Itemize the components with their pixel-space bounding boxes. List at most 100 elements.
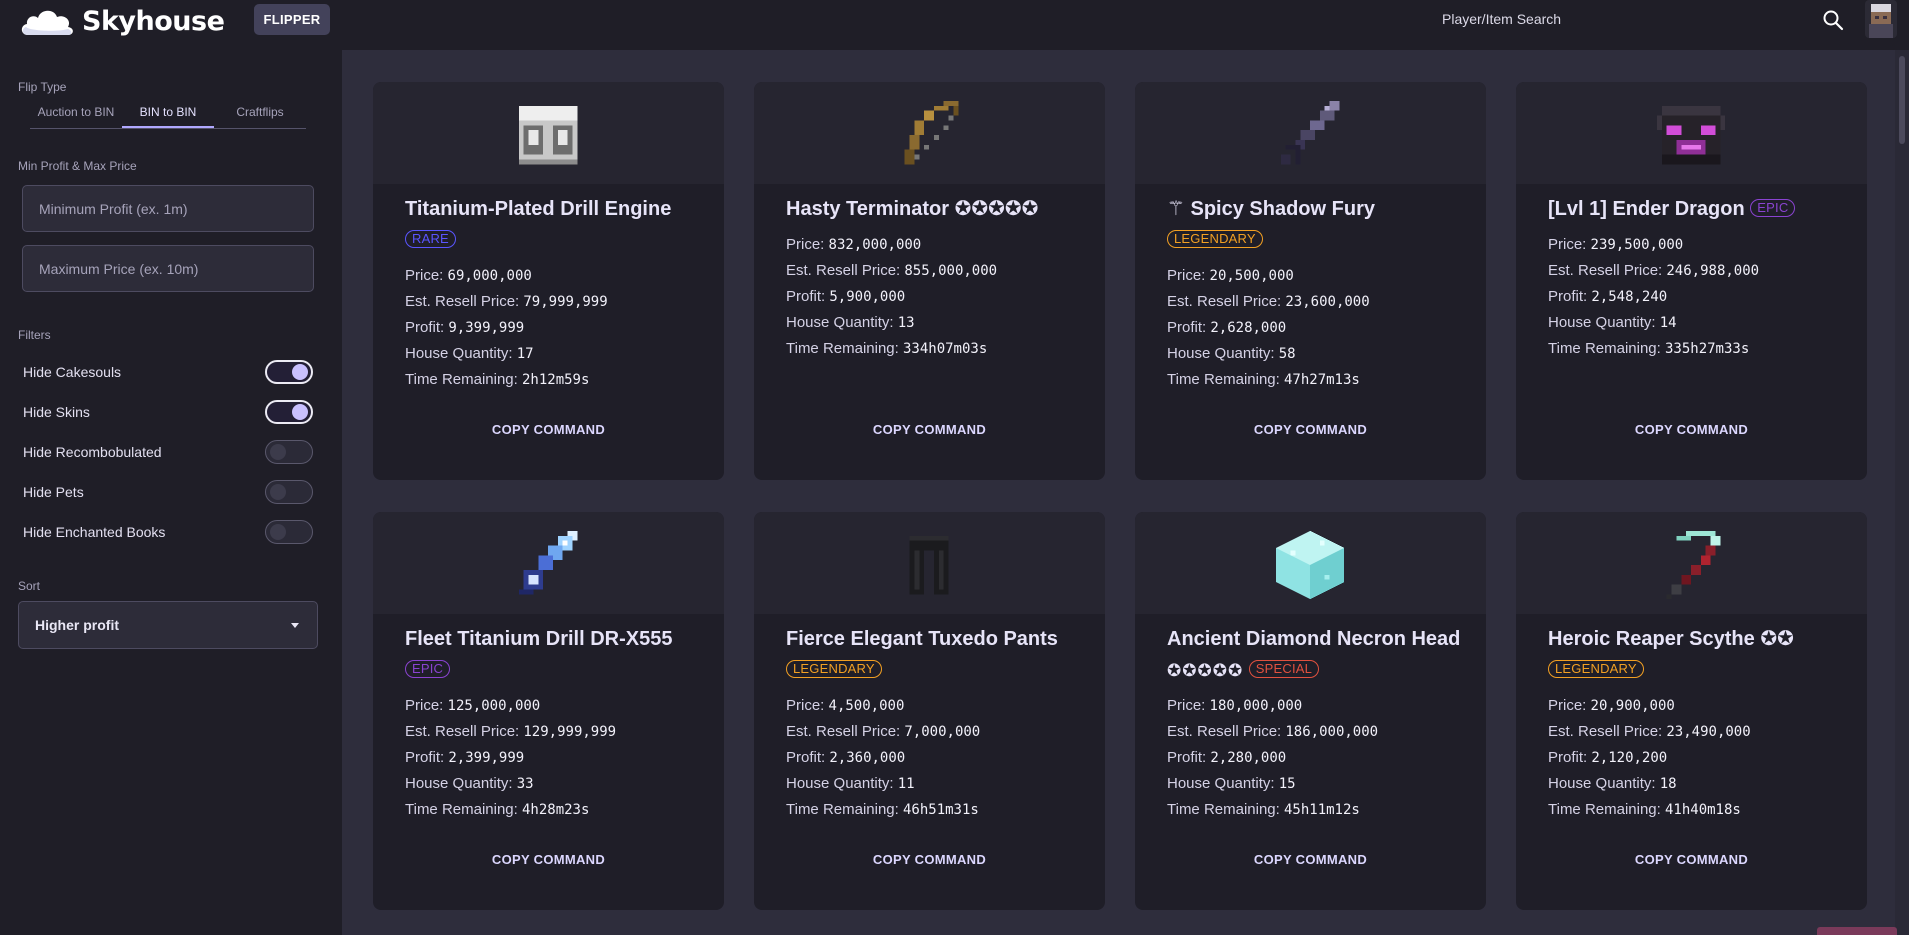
toggle-knob bbox=[292, 364, 308, 380]
flip-type-tabs: Auction to BIN BIN to BIN Craftflips bbox=[30, 99, 306, 129]
flip-card: [Lvl 1] Ender Dragon EPIC Price: 239,500… bbox=[1516, 82, 1867, 480]
profit-label: Profit: bbox=[1167, 319, 1211, 336]
quantity-value: 18 bbox=[1659, 776, 1677, 792]
time-value: 4h28m23s bbox=[521, 802, 590, 818]
resell-label: Est. Resell Price: bbox=[1548, 262, 1667, 279]
item-name: Heroic Reaper Scythe ✪✪ bbox=[1548, 628, 1794, 650]
sort-select[interactable]: Higher profit bbox=[18, 601, 318, 649]
time-label: Time Remaining: bbox=[405, 371, 522, 388]
quantity-label: House Quantity: bbox=[786, 775, 898, 792]
quantity-label: House Quantity: bbox=[1548, 314, 1660, 331]
time-label: Time Remaining: bbox=[786, 340, 903, 357]
top-bar: Skyhouse FLIPPER Player/Item Search bbox=[0, 0, 1909, 50]
scrollbar-thumb[interactable] bbox=[1899, 56, 1905, 144]
price-label: Price: bbox=[786, 236, 829, 253]
flip-card: Titanium-Plated Drill Engine RARE Price:… bbox=[373, 82, 724, 480]
sword-icon bbox=[1280, 100, 1340, 165]
rarity-badge: RARE bbox=[405, 230, 456, 248]
flipper-button[interactable]: FLIPPER bbox=[254, 4, 330, 35]
profit-label: Profit: bbox=[1548, 749, 1592, 766]
time-row: Time Remaining: 45h11m12s bbox=[1167, 797, 1477, 823]
hide-recombobulated-toggle[interactable] bbox=[265, 440, 313, 464]
quantity-row: House Quantity: 11 bbox=[786, 771, 1096, 797]
resell-label: Est. Resell Price: bbox=[1167, 723, 1286, 740]
resell-label: Est. Resell Price: bbox=[1548, 723, 1667, 740]
quantity-value: 13 bbox=[897, 315, 915, 331]
copy-command-button[interactable]: COPY COMMAND bbox=[373, 422, 724, 437]
brand-name: Skyhouse bbox=[82, 5, 225, 37]
avatar[interactable] bbox=[1865, 0, 1897, 38]
logo[interactable]: Skyhouse bbox=[18, 3, 225, 39]
price-value: 20,500,000 bbox=[1209, 268, 1294, 284]
scrollbar[interactable] bbox=[1895, 50, 1909, 935]
resell-row: Est. Resell Price: 855,000,000 bbox=[786, 258, 1096, 284]
toggle-knob bbox=[292, 404, 308, 420]
card-stats: Price: 832,000,000 Est. Resell Price: 85… bbox=[786, 232, 1096, 362]
copy-command-button[interactable]: COPY COMMAND bbox=[1135, 852, 1486, 867]
time-label: Time Remaining: bbox=[1548, 340, 1665, 357]
player-item-search-input[interactable]: Player/Item Search bbox=[1442, 11, 1561, 27]
search-icon[interactable] bbox=[1821, 8, 1845, 32]
resell-value: 23,600,000 bbox=[1285, 294, 1370, 310]
resell-row: Est. Resell Price: 129,999,999 bbox=[405, 719, 715, 745]
min-profit-input[interactable]: Minimum Profit (ex. 1m) bbox=[22, 185, 314, 232]
time-value: 47h27m13s bbox=[1283, 372, 1360, 388]
tab-auction-to-bin[interactable]: Auction to BIN bbox=[30, 99, 122, 128]
quantity-row: House Quantity: 18 bbox=[1548, 771, 1858, 797]
quantity-label: House Quantity: bbox=[786, 314, 898, 331]
resell-label: Est. Resell Price: bbox=[405, 293, 524, 310]
time-label: Time Remaining: bbox=[786, 801, 903, 818]
filter-hide-pets: Hide Pets bbox=[23, 480, 313, 504]
copy-command-button[interactable]: COPY COMMAND bbox=[373, 852, 724, 867]
price-row: Price: 180,000,000 bbox=[1167, 693, 1477, 719]
scythe-icon bbox=[1666, 530, 1721, 600]
filter-hide-skins: Hide Skins bbox=[23, 400, 313, 424]
rarity-badge: LEGENDARY bbox=[1548, 660, 1644, 678]
filters-label: Filters bbox=[18, 328, 51, 342]
hide-skins-toggle[interactable] bbox=[265, 400, 313, 424]
resell-label: Est. Resell Price: bbox=[786, 723, 905, 740]
hide-cakesouls-toggle[interactable] bbox=[265, 360, 313, 384]
profit-label: Profit: bbox=[786, 749, 830, 766]
price-label: Price: bbox=[786, 697, 829, 714]
profit-value: 2,360,000 bbox=[829, 750, 906, 766]
bow-icon bbox=[904, 100, 959, 165]
card-stats: Price: 20,900,000 Est. Resell Price: 23,… bbox=[1548, 693, 1858, 823]
resell-label: Est. Resell Price: bbox=[786, 262, 905, 279]
price-row: Price: 20,900,000 bbox=[1548, 693, 1858, 719]
card-stats: Price: 180,000,000 Est. Resell Price: 18… bbox=[1167, 693, 1477, 823]
filter-label: Hide Recombobulated bbox=[23, 444, 162, 460]
price-label: Price: bbox=[405, 267, 448, 284]
profit-value: 5,900,000 bbox=[829, 289, 906, 305]
copy-command-button[interactable]: COPY COMMAND bbox=[1516, 422, 1867, 437]
quantity-row: House Quantity: 33 bbox=[405, 771, 715, 797]
resell-row: Est. Resell Price: 79,999,999 bbox=[405, 289, 715, 315]
copy-command-button[interactable]: COPY COMMAND bbox=[754, 422, 1105, 437]
price-row: Price: 20,500,000 bbox=[1167, 263, 1477, 289]
hide-enchanted-books-toggle[interactable] bbox=[265, 520, 313, 544]
time-row: Time Remaining: 46h51m31s bbox=[786, 797, 1096, 823]
max-price-input[interactable]: Maximum Price (ex. 10m) bbox=[22, 245, 314, 292]
copy-command-button[interactable]: COPY COMMAND bbox=[1516, 852, 1867, 867]
time-row: Time Remaining: 47h27m13s bbox=[1167, 367, 1477, 393]
profit-label: Profit: bbox=[1167, 749, 1211, 766]
time-row: Time Remaining: 4h28m23s bbox=[405, 797, 715, 823]
copy-command-button[interactable]: COPY COMMAND bbox=[1135, 422, 1486, 437]
resell-value: 186,000,000 bbox=[1285, 724, 1379, 740]
resell-row: Est. Resell Price: 246,988,000 bbox=[1548, 258, 1858, 284]
price-section-label: Min Profit & Max Price bbox=[18, 159, 137, 173]
tab-bin-to-bin[interactable]: BIN to BIN bbox=[122, 99, 214, 128]
drill-engine-icon bbox=[518, 105, 578, 165]
corner-widget[interactable] bbox=[1817, 927, 1897, 935]
copy-command-button[interactable]: COPY COMMAND bbox=[754, 852, 1105, 867]
item-name: ⚚ Spicy Shadow Fury bbox=[1167, 198, 1375, 220]
price-row: Price: 4,500,000 bbox=[786, 693, 1096, 719]
quantity-value: 33 bbox=[516, 776, 534, 792]
profit-row: Profit: 2,120,200 bbox=[1548, 745, 1858, 771]
time-label: Time Remaining: bbox=[1167, 801, 1284, 818]
price-value: 125,000,000 bbox=[447, 698, 541, 714]
rarity-badge: SPECIAL bbox=[1248, 660, 1320, 678]
hide-pets-toggle[interactable] bbox=[265, 480, 313, 504]
tab-craftflips[interactable]: Craftflips bbox=[214, 99, 306, 128]
time-value: 41h40m18s bbox=[1664, 802, 1741, 818]
